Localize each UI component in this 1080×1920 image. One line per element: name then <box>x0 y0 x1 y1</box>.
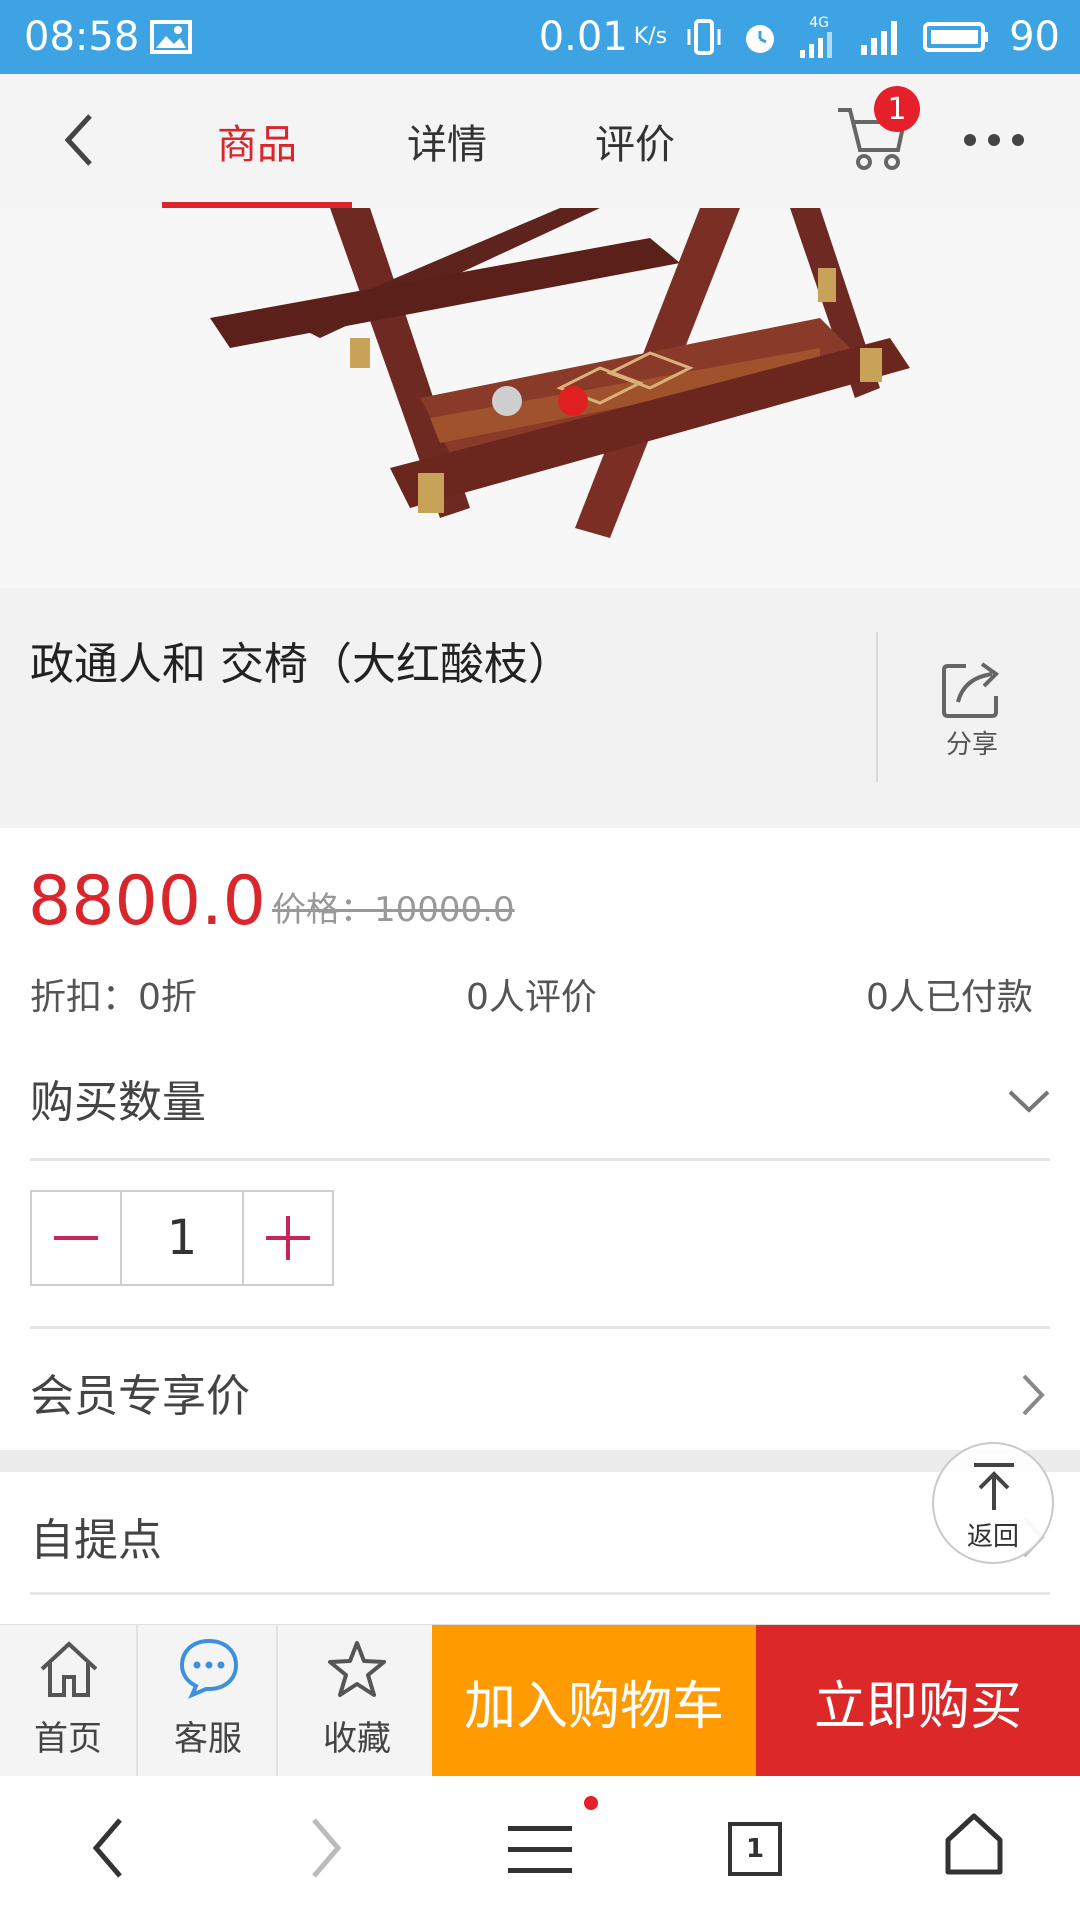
home-icon <box>40 1641 98 1697</box>
alarm-icon <box>746 25 775 53</box>
browser-nav-bar: 1 <box>0 1776 1080 1920</box>
menu-icon[interactable] <box>506 1822 576 1878</box>
row-divider <box>30 1592 1050 1595</box>
menu-notification-dot <box>584 1796 598 1810</box>
signal-strength-icon <box>861 21 898 55</box>
favorite-button[interactable]: 收藏 <box>282 1625 432 1777</box>
browser-back-icon[interactable] <box>88 1816 128 1880</box>
battery-icon <box>923 22 989 52</box>
customer-service-button[interactable]: 客服 <box>140 1625 278 1777</box>
product-title: 政通人和 交椅（大红酸枝） <box>30 639 572 690</box>
share-icon[interactable] <box>940 658 1006 720</box>
browser-tabs-button[interactable]: 1 <box>728 1822 782 1876</box>
back-to-top-label: 返回 <box>966 1522 1019 1552</box>
more-options-icon[interactable] <box>962 130 1026 150</box>
network-type: 4G <box>809 15 829 31</box>
title-divider <box>876 632 878 782</box>
star-icon <box>328 1641 386 1697</box>
favorite-label: 收藏 <box>323 1719 391 1759</box>
gallery-dot-2-active[interactable] <box>558 386 588 416</box>
section-separator <box>0 1450 1080 1472</box>
image-notification-icon <box>150 20 192 54</box>
discount-text: 折扣：0折 <box>30 977 197 1018</box>
status-right-group: 0.01 K/s 4G 90 <box>539 10 1060 64</box>
row-divider <box>30 1326 1050 1329</box>
back-arrow-icon[interactable] <box>60 110 100 170</box>
status-time: 08:58 <box>24 14 140 60</box>
top-nav: 商品 详情 评价 1 <box>0 74 1080 208</box>
quantity-minus-button[interactable] <box>32 1192 122 1284</box>
minus-icon <box>54 1236 98 1240</box>
signal-4g-icon <box>800 32 833 58</box>
product-title-bar: 政通人和 交椅（大红酸枝） 分享 <box>0 588 1080 828</box>
network-unit: K/s <box>633 24 668 49</box>
quantity-value[interactable]: 1 <box>122 1192 244 1284</box>
review-count: 0人评价 <box>466 977 597 1018</box>
browser-home-icon[interactable] <box>944 1812 1004 1876</box>
current-price: 8800.0 <box>28 862 266 941</box>
pickup-point-label[interactable]: 自提点 <box>30 1504 162 1568</box>
original-price: 价格：10000.0 <box>272 890 515 930</box>
vibrate-icon <box>687 19 721 55</box>
home-button[interactable]: 首页 <box>0 1625 138 1777</box>
network-speed: 0.01 <box>538 14 628 60</box>
chevron-down-icon[interactable] <box>1006 1086 1052 1116</box>
network-4g-indicator: 4G <box>799 16 839 58</box>
cart-count-badge: 1 <box>874 86 920 132</box>
row-divider <box>30 1158 1050 1161</box>
quantity-label: 购买数量 <box>30 1077 206 1128</box>
quantity-plus-button[interactable] <box>244 1192 332 1284</box>
paid-count: 0人已付款 <box>866 977 1033 1018</box>
share-label[interactable]: 分享 <box>946 724 998 761</box>
member-price-label[interactable]: 会员专享价 <box>30 1360 250 1424</box>
tab-product[interactable]: 商品 <box>162 74 352 208</box>
add-to-cart-button[interactable]: 加入购物车 <box>432 1625 756 1777</box>
back-to-top-button[interactable]: 返回 <box>932 1442 1054 1564</box>
customer-service-label: 客服 <box>174 1719 242 1759</box>
battery-level: 90 <box>1009 14 1060 60</box>
plus-icon <box>266 1216 310 1260</box>
chevron-right-icon[interactable] <box>1018 1372 1046 1418</box>
product-image-chair <box>0 208 1080 588</box>
tab-details[interactable]: 详情 <box>352 74 542 208</box>
product-image-gallery[interactable] <box>0 208 1080 588</box>
browser-forward-icon[interactable] <box>306 1816 346 1880</box>
tab-reviews[interactable]: 评价 <box>540 74 730 208</box>
status-bar: 08:58 0.01 K/s 4G 90 <box>0 0 1080 74</box>
arrow-up-icon <box>974 1463 1014 1510</box>
buy-now-button[interactable]: 立即购买 <box>756 1625 1080 1777</box>
chat-bubble-icon <box>179 1638 239 1699</box>
home-label: 首页 <box>34 1719 102 1759</box>
quantity-stepper: 1 <box>30 1190 334 1286</box>
gallery-dot-1[interactable] <box>492 386 522 416</box>
bottom-action-bar: 首页 客服 收藏 加入购物车 立即购买 <box>0 1624 1080 1777</box>
